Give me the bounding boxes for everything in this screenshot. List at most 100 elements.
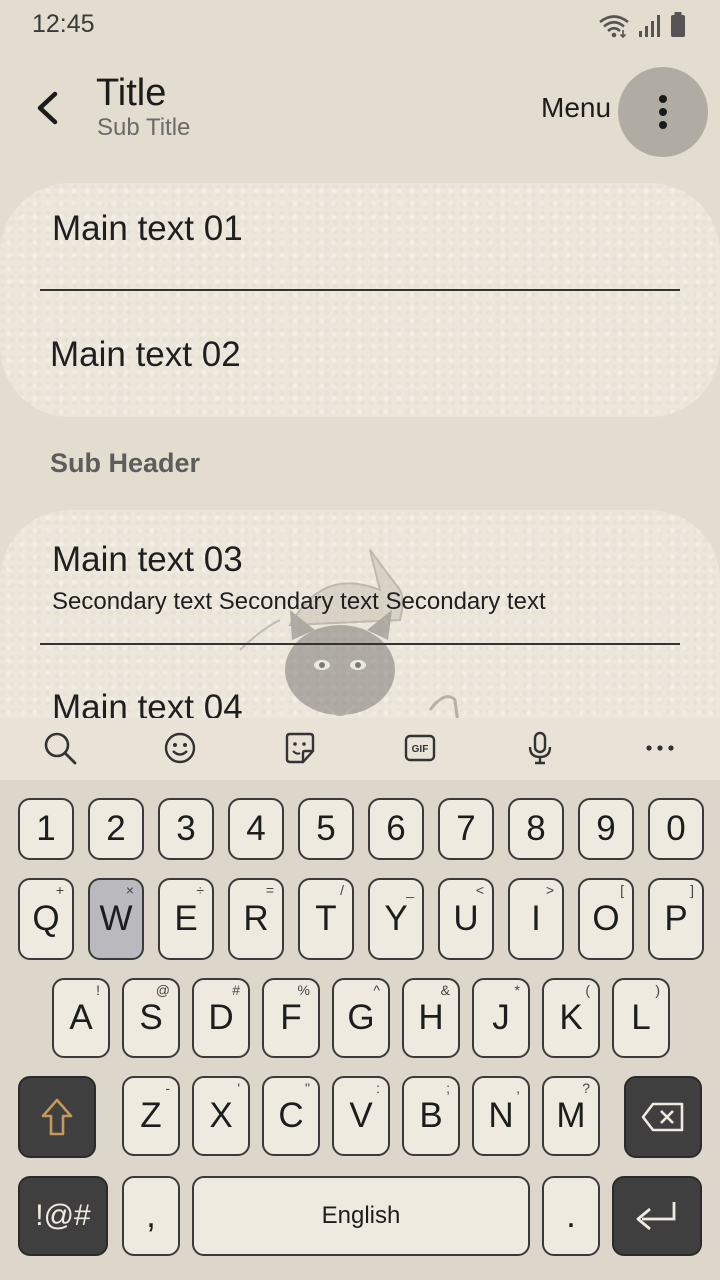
key-q[interactable]: Q +	[18, 878, 74, 960]
key-j[interactable]: J *	[472, 978, 530, 1058]
microphone-icon[interactable]	[522, 730, 558, 766]
list-item-main-text-02[interactable]: Main text 02	[50, 335, 241, 375]
key-1-label: 1	[36, 809, 56, 848]
key-3[interactable]: 3	[158, 798, 214, 860]
key-u-label: U	[453, 899, 479, 938]
key-8-label: 8	[526, 809, 546, 848]
key-c-secondary-symbol: "	[305, 1080, 310, 1096]
key-z[interactable]: Z-	[122, 1076, 180, 1156]
shift-arrow-icon	[41, 1098, 73, 1136]
key-4[interactable]: 4	[228, 798, 284, 860]
key-5-label: 5	[316, 809, 336, 848]
key-o[interactable]: O[	[578, 878, 634, 960]
back-arrow-icon	[37, 91, 58, 125]
sticker-icon[interactable]	[282, 730, 318, 766]
key-p[interactable]: P]	[648, 878, 704, 960]
battery-icon	[671, 12, 685, 37]
key-k-secondary-symbol: (	[585, 982, 590, 998]
key-k[interactable]: K(	[542, 978, 600, 1058]
list-item-main-text-01[interactable]: Main text 01	[52, 209, 243, 249]
key-0[interactable]: 0	[648, 798, 704, 860]
key-a[interactable]: A!	[52, 978, 110, 1058]
key-g-secondary-symbol: ^	[373, 982, 380, 998]
key-7-label: 7	[456, 809, 476, 848]
space-key[interactable]: English	[192, 1176, 530, 1256]
key-m[interactable]: M?	[542, 1076, 600, 1156]
status-bar: 12:45	[0, 0, 720, 52]
key-l-secondary-symbol: )	[655, 982, 660, 998]
key-u[interactable]: U <	[438, 878, 494, 960]
key-n[interactable]: N,	[472, 1076, 530, 1156]
key-6[interactable]: 6	[368, 798, 424, 860]
enter-key[interactable]	[612, 1176, 702, 1256]
svg-text:GIF: GIF	[412, 744, 429, 755]
key-w[interactable]: W ×	[88, 878, 144, 960]
key-5[interactable]: 5	[298, 798, 354, 860]
key-r-secondary-symbol: =	[265, 882, 274, 898]
signal-icon	[639, 15, 660, 37]
key-t[interactable]: T /	[298, 878, 354, 960]
key-1[interactable]: 1	[18, 798, 74, 860]
key-b-label: B	[419, 1096, 443, 1135]
key-3-label: 3	[176, 809, 196, 848]
key-x-label: X	[209, 1096, 233, 1135]
key-h-label: H	[418, 998, 444, 1037]
key-f-label: F	[280, 998, 302, 1037]
key-0-label: 0	[666, 809, 686, 848]
key-v-label: V	[349, 1096, 373, 1135]
key-2-label: 2	[106, 809, 126, 848]
period-key[interactable]: .	[542, 1176, 600, 1256]
keyboard-toolbar: GIF	[0, 718, 720, 780]
key-y[interactable]: Y _	[368, 878, 424, 960]
key-q-secondary-symbol: +	[55, 882, 64, 898]
symbols-key[interactable]: !@#	[18, 1176, 108, 1256]
key-s-secondary-symbol: @	[155, 982, 170, 998]
key-p-secondary-symbol: ]	[690, 882, 694, 898]
key-s-label: S	[139, 998, 163, 1037]
comma-key[interactable]: ,	[122, 1176, 180, 1256]
more-options-button[interactable]	[618, 67, 708, 157]
more-horizontal-icon[interactable]	[642, 730, 678, 766]
sub-header: Sub Header	[50, 448, 201, 478]
search-icon[interactable]	[42, 730, 78, 766]
more-vertical-icon	[659, 95, 667, 129]
key-g[interactable]: G ^	[332, 978, 390, 1058]
key-d-secondary-symbol: #	[232, 982, 240, 998]
key-x[interactable]: X '	[192, 1076, 250, 1156]
key-r[interactable]: R =	[228, 878, 284, 960]
key-v[interactable]: V:	[332, 1076, 390, 1156]
key-8[interactable]: 8	[508, 798, 564, 860]
key-h[interactable]: H &	[402, 978, 460, 1058]
key-l[interactable]: L)	[612, 978, 670, 1058]
key-e-secondary-symbol: ÷	[196, 882, 204, 898]
back-button[interactable]	[24, 78, 68, 138]
key-t-label: T	[315, 899, 337, 938]
key-s[interactable]: S @	[122, 978, 180, 1058]
list-divider	[40, 289, 680, 291]
key-7[interactable]: 7	[438, 798, 494, 860]
list-item-main-text-03[interactable]: Main text 03	[52, 540, 243, 580]
key-b[interactable]: B;	[402, 1076, 460, 1156]
key-j-label: J	[492, 998, 510, 1037]
key-m-secondary-symbol: ?	[582, 1080, 590, 1096]
shift-key[interactable]	[18, 1076, 96, 1158]
key-d[interactable]: D #	[192, 978, 250, 1058]
key-t-secondary-symbol: /	[340, 882, 344, 898]
backspace-key[interactable]	[624, 1076, 702, 1158]
key-9[interactable]: 9	[578, 798, 634, 860]
enter-icon	[636, 1202, 676, 1231]
key-i-secondary-symbol: >	[545, 882, 554, 898]
emoji-icon[interactable]	[162, 730, 198, 766]
key-c[interactable]: C "	[262, 1076, 320, 1156]
key-j-secondary-symbol: *	[514, 982, 520, 998]
key-d-label: D	[208, 998, 234, 1037]
key-i[interactable]: I >	[508, 878, 564, 960]
key-n-secondary-symbol: ,	[516, 1080, 520, 1096]
witch-cat-illustration	[239, 549, 462, 740]
key-l-label: L	[631, 998, 651, 1037]
menu-button[interactable]: Menu	[541, 92, 611, 124]
key-f[interactable]: F%	[262, 978, 320, 1058]
key-2[interactable]: 2	[88, 798, 144, 860]
key-e[interactable]: E ÷	[158, 878, 214, 960]
gif-icon[interactable]: GIF	[402, 730, 438, 766]
